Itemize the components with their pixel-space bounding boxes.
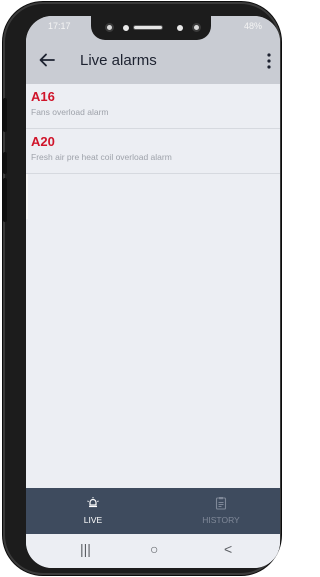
alarm-list: A16 Fans overload alarm A20 Fresh air pr… (26, 84, 280, 174)
system-nav-bar: ||| ○ < (26, 534, 280, 568)
alarm-list-item[interactable]: A16 Fans overload alarm (26, 84, 280, 129)
alarm-code: A16 (31, 89, 55, 104)
tab-live[interactable]: LIVE (38, 488, 148, 534)
recent-apps-button[interactable]: ||| (80, 541, 91, 557)
bottom-nav: LIVE HISTORY (26, 488, 280, 534)
phone-side-button (3, 178, 7, 222)
phone-frame: 17:17 48% Live alarms A16 Fans overload … (3, 2, 281, 575)
front-camera (192, 23, 201, 32)
clipboard-icon (215, 497, 227, 510)
front-camera (105, 23, 114, 32)
camera-notch (91, 16, 211, 40)
alarm-description: Fans overload alarm (31, 107, 109, 117)
more-vert-icon[interactable] (266, 52, 272, 70)
tab-history-label: HISTORY (202, 515, 240, 525)
status-time: 17:17 (48, 21, 71, 31)
arrow-left-icon[interactable] (38, 51, 56, 69)
phone-side-button (3, 98, 7, 132)
phone-screen: 17:17 48% Live alarms A16 Fans overload … (26, 16, 280, 568)
alarm-bell-icon (87, 497, 99, 508)
sensor-dot (177, 25, 183, 31)
status-battery: 48% (243, 21, 262, 31)
phone-side-button (3, 152, 7, 174)
alarm-list-item[interactable]: A20 Fresh air pre heat coil overload ala… (26, 129, 280, 174)
back-button[interactable]: < (224, 541, 232, 557)
alarm-description: Fresh air pre heat coil overload alarm (31, 152, 172, 162)
app-bar: Live alarms (26, 38, 280, 84)
earpiece-speaker (133, 25, 163, 30)
page-title: Live alarms (80, 52, 157, 69)
tab-history[interactable]: HISTORY (166, 488, 276, 534)
alarm-code: A20 (31, 134, 55, 149)
sensor-dot (123, 25, 129, 31)
tab-live-label: LIVE (83, 515, 103, 525)
home-button[interactable]: ○ (150, 541, 158, 557)
